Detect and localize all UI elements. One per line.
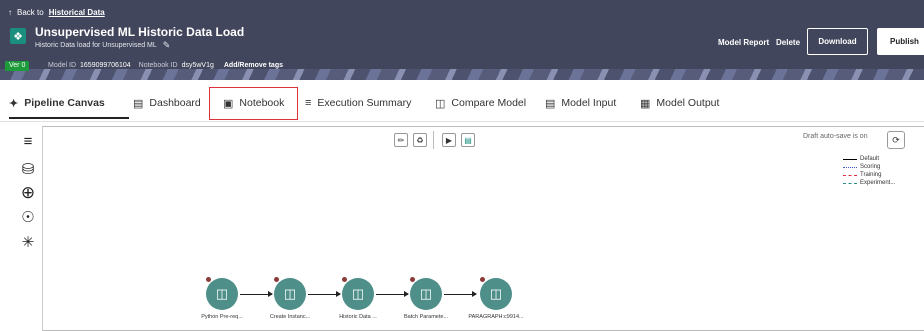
node-status-dot <box>273 276 280 283</box>
menu-icon[interactable]: ≡ <box>18 133 38 150</box>
legend-item: Experiment... <box>843 179 895 187</box>
tab-pipeline-canvas[interactable]: ✦ Pipeline Canvas <box>9 95 105 111</box>
notebook-paragraph-icon: ◫ <box>419 286 433 301</box>
model-header: ↑ Back to Historical Data ❖ Unsupervised… <box>0 0 924 80</box>
model-meta: Model ID 1659099706104 Notebook ID dsy5w… <box>48 61 283 71</box>
tab-model-output[interactable]: ▦ Model Output <box>640 95 719 111</box>
tab-dashboard[interactable]: ▤ Dashboard <box>133 95 201 111</box>
notebook-tab-highlight <box>209 87 298 120</box>
autosave-status: Draft auto-save is on <box>803 133 868 140</box>
pencil-icon[interactable]: ✎ <box>163 40 171 51</box>
notebook-paragraph-icon: ◫ <box>351 286 365 301</box>
add-icon[interactable]: ⊕ <box>18 183 38 203</box>
node-connector <box>444 291 477 297</box>
graph-icon[interactable]: ☉ <box>18 208 38 226</box>
notebook-paragraph-icon: ◫ <box>489 286 503 301</box>
pipeline-node[interactable]: ◫ <box>480 278 512 310</box>
back-link-text[interactable]: Historical Data <box>49 8 105 17</box>
delete-link[interactable]: Delete <box>776 38 800 47</box>
run-icon[interactable]: ▶ <box>442 133 456 147</box>
canvas-tool-panel <box>11 126 43 331</box>
list-icon: ≡ <box>305 97 312 109</box>
output-icon: ▦ <box>640 97 651 110</box>
pipeline-node[interactable]: ◫ <box>342 278 374 310</box>
node-label: PARAGRAPH:c9914... <box>468 314 524 320</box>
form-icon: ▤ <box>545 97 556 110</box>
network-icon[interactable]: ✳ <box>18 233 38 251</box>
arrow-up-icon: ↑ <box>8 8 12 17</box>
map-icon: ◫ <box>435 97 446 110</box>
database-icon[interactable]: ⛁ <box>18 160 38 178</box>
legend-label: Default <box>860 156 880 162</box>
node-status-dot <box>341 276 348 283</box>
legend-item: Default <box>843 155 895 163</box>
legend-label: Experiment... <box>860 180 896 186</box>
pipeline-node[interactable]: ◫ <box>206 278 238 310</box>
node-label: Batch Paramete... <box>403 314 449 320</box>
eraser-icon[interactable]: ✏ <box>394 133 408 147</box>
add-remove-tags-link[interactable]: Add/Remove tags <box>224 61 283 71</box>
tab-label: Pipeline Canvas <box>24 97 105 109</box>
page-subtitle: Historic Data load for Unsupervised ML ✎ <box>35 40 170 51</box>
pipeline-node[interactable]: ◫ <box>274 278 306 310</box>
legend-label: Training <box>860 172 882 178</box>
model-report-link[interactable]: Model Report <box>718 38 769 47</box>
back-link[interactable]: ↑ Back to Historical Data <box>8 8 105 17</box>
notebook-id-label: Notebook ID <box>138 62 178 69</box>
active-tab-indicator <box>9 117 129 119</box>
node-status-dot <box>479 276 486 283</box>
notebook-paragraph-icon: ◫ <box>283 286 297 301</box>
tab-label: Model Output <box>656 97 720 109</box>
model-id-label: Model ID <box>48 62 77 69</box>
subtitle-text: Historic Data load for Unsupervised ML <box>35 42 157 49</box>
model-id-value: 1659099706104 <box>80 62 131 69</box>
node-label: Historic Data ... <box>339 314 377 320</box>
back-label: Back to <box>17 8 44 17</box>
notebook-paragraph-icon: ◫ <box>215 286 229 301</box>
node-label: Python Pre-req... <box>201 314 243 320</box>
tab-compare-model[interactable]: ◫ Compare Model <box>435 95 526 111</box>
pipeline-icon: ✦ <box>9 97 19 110</box>
node-connector <box>308 291 341 297</box>
tab-label: Execution Summary <box>317 97 412 109</box>
pipeline-node[interactable]: ◫ <box>410 278 442 310</box>
toolbar-divider <box>433 131 434 149</box>
tab-bar: ✦ Pipeline Canvas ▤ Dashboard ▣ Notebook… <box>0 80 924 122</box>
version-badge[interactable]: Ver 0 <box>5 61 30 71</box>
pipeline-canvas[interactable] <box>11 126 924 331</box>
refresh-icon[interactable]: ⟳ <box>887 131 905 149</box>
legend-item: Training <box>843 171 895 179</box>
dashboard-icon: ▤ <box>133 97 144 110</box>
legend-label: Scoring <box>860 164 881 170</box>
page-title: Unsupervised ML Historic Data Load <box>35 25 245 39</box>
link-legend: Default Scoring Training Experiment... <box>843 155 895 187</box>
notebook-id-value: dsy5wV1g <box>181 62 214 69</box>
node-connector <box>240 291 273 297</box>
node-label: Create Instanc... <box>269 314 311 320</box>
tab-label: Model Input <box>561 97 617 109</box>
node-connector <box>376 291 409 297</box>
recycle-icon[interactable]: ♻ <box>413 133 427 147</box>
node-status-dot <box>205 276 212 283</box>
tab-execution-summary[interactable]: ≡ Execution Summary <box>305 95 411 111</box>
node-status-dot <box>409 276 416 283</box>
tab-label: Compare Model <box>451 97 527 109</box>
tab-label: Dashboard <box>149 97 201 109</box>
download-button[interactable]: Download <box>807 28 868 55</box>
model-logo-icon: ❖ <box>10 28 26 44</box>
publish-button[interactable]: Publish <box>877 28 924 55</box>
tab-model-input[interactable]: ▤ Model Input <box>545 95 616 111</box>
save-icon[interactable]: ▤ <box>461 133 475 147</box>
legend-item: Scoring <box>843 163 895 171</box>
